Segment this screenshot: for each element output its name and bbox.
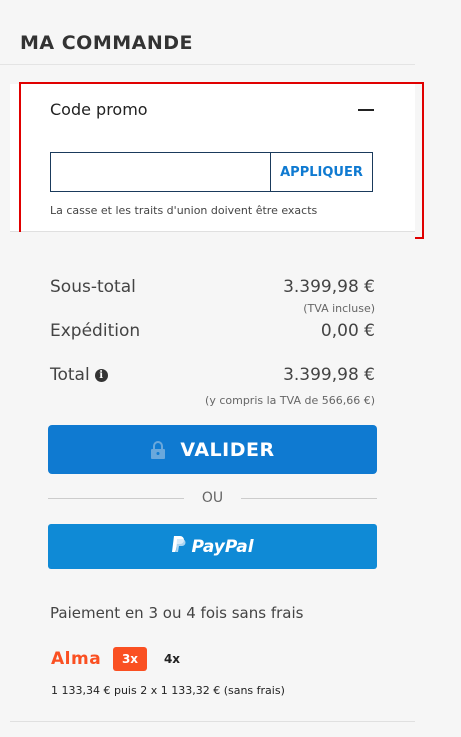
order-summary: Sous-total 3.399,98 € (TVA incluse) Expé… [10, 232, 415, 737]
page-title: MA COMMANDE [20, 32, 193, 54]
subtotal-label: Sous-total [50, 277, 136, 297]
validate-label: VALIDER [180, 438, 275, 461]
subtotal-value: 3.399,98 € [283, 277, 375, 297]
promo-title: Code promo [50, 100, 148, 119]
lock-icon [150, 440, 166, 459]
installment-option-3x[interactable]: 3x [113, 647, 147, 671]
info-icon[interactable]: i [94, 368, 108, 382]
shipping-value: 0,00 € [320, 321, 375, 341]
collapse-icon[interactable] [358, 109, 374, 111]
installments-detail: 1 133,34 € puis 2 x 1 133,32 € (sans fra… [51, 684, 285, 697]
total-row-label: Total i [50, 365, 108, 385]
bottom-divider [10, 721, 415, 722]
paypal-label: PayPal [191, 536, 254, 557]
paypal-button[interactable]: PayPal [48, 524, 377, 569]
installment-option-4x[interactable]: 4x [155, 647, 189, 671]
title-divider [0, 64, 415, 65]
or-divider-right [241, 498, 377, 499]
total-note: (y compris la TVA de 566,66 €) [205, 394, 375, 407]
promo-hint: La casse et les traits d'union doivent ê… [50, 204, 318, 217]
apply-button[interactable]: APPLIQUER [270, 152, 373, 192]
validate-button[interactable]: VALIDER [48, 425, 377, 474]
paypal-icon [171, 535, 187, 558]
subtotal-note: (TVA incluse) [303, 302, 375, 315]
installments-title: Paiement en 3 ou 4 fois sans frais [50, 604, 304, 622]
promo-card: Code promo APPLIQUER La casse et les tra… [10, 84, 415, 232]
total-label: Total [50, 365, 90, 385]
alma-logo: Alma [51, 649, 102, 669]
shipping-label: Expédition [50, 321, 141, 341]
promo-code-input[interactable] [50, 152, 271, 192]
total-value: 3.399,98 € [283, 365, 375, 385]
